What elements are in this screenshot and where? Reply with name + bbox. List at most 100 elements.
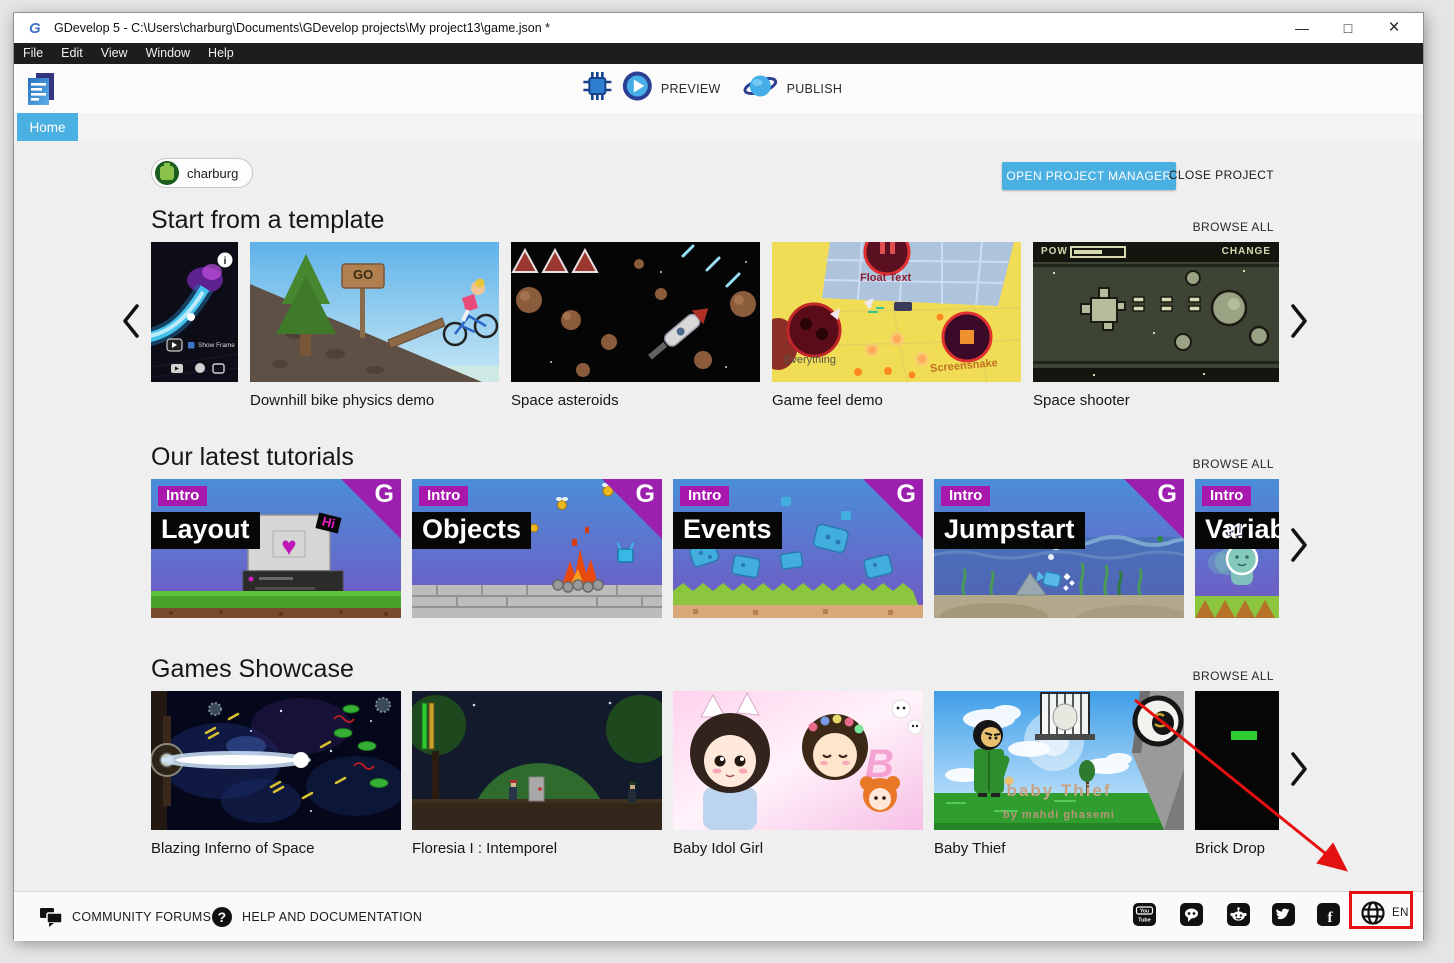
project-manager-icon[interactable] xyxy=(22,70,60,113)
svg-text:You: You xyxy=(1140,909,1149,915)
language-label: EN xyxy=(1392,907,1409,919)
tutorials-row: ♥ Intro Layout Hi G xyxy=(14,479,1423,629)
svg-text:♥: ♥ xyxy=(281,531,296,561)
close-button[interactable]: × xyxy=(1371,13,1417,43)
community-forums-label: COMMUNITY FORUMS xyxy=(72,910,211,924)
intro-badge: Intro xyxy=(680,486,729,506)
youtube-icon[interactable]: You Tube xyxy=(1133,903,1156,926)
showcase-caption: Baby Thief xyxy=(934,840,1005,857)
showcase-card-floresia[interactable]: Floresia I : Intemporel xyxy=(412,691,662,830)
app-window: G GDevelop 5 - C:\Users\charburg\Documen… xyxy=(13,12,1424,940)
title-bar: G GDevelop 5 - C:\Users\charburg\Documen… xyxy=(14,13,1423,43)
minimize-button[interactable]: — xyxy=(1279,13,1325,43)
close-project-button[interactable]: CLOSE PROJECT xyxy=(1169,168,1274,182)
gdevelop-corner-logo: G xyxy=(636,480,655,509)
tutorials-browse-all[interactable]: BROWSE ALL xyxy=(1193,457,1274,471)
help-documentation-label: HELP AND DOCUMENTATION xyxy=(242,910,422,924)
float-text-label: Float Text xyxy=(860,272,911,284)
pow-label: POW xyxy=(1041,246,1068,257)
show-frame-label: Show Frame xyxy=(198,342,235,349)
language-selector[interactable]: EN xyxy=(1360,900,1409,926)
template-card-downhill[interactable]: GO Downhill bike physics demo xyxy=(250,242,499,382)
intro-badge: Intro xyxy=(1202,486,1251,506)
open-project-manager-button[interactable]: OPEN PROJECT MANAGER xyxy=(1002,162,1176,190)
template-card-asteroids[interactable]: Space asteroids xyxy=(511,242,760,382)
showcase-browse-all[interactable]: BROWSE ALL xyxy=(1193,669,1274,683)
template-caption: Downhill bike physics demo xyxy=(250,392,434,409)
showcase-card-brickdrop[interactable]: Brick Drop xyxy=(1195,691,1279,830)
tutorial-title: Jumpstart xyxy=(934,512,1085,549)
publish-globe-icon[interactable] xyxy=(743,70,779,107)
showcase-caption: Brick Drop xyxy=(1195,840,1265,857)
user-profile-chip[interactable]: charburg xyxy=(151,158,253,188)
gdevelop-corner-logo: G xyxy=(375,480,394,509)
menu-edit[interactable]: Edit xyxy=(52,43,92,64)
window-title: GDevelop 5 - C:\Users\charburg\Documents… xyxy=(54,21,550,35)
svg-text:B: B xyxy=(865,742,894,786)
debug-icon[interactable] xyxy=(581,70,613,107)
showcase-caption: Baby Idol Girl xyxy=(673,840,763,857)
home-page: charburg OPEN PROJECT MANAGER CLOSE PROJ… xyxy=(14,141,1423,891)
showcase-caption: Blazing Inferno of Space xyxy=(151,840,314,857)
menu-help[interactable]: Help xyxy=(199,43,243,64)
intro-badge: Intro xyxy=(158,486,207,506)
gdevelop-corner-logo: G xyxy=(897,480,916,509)
tutorial-card-layout[interactable]: ♥ Intro Layout Hi G xyxy=(151,479,401,618)
community-forums-link[interactable]: COMMUNITY FORUMS xyxy=(39,892,211,942)
go-sign-label: GO xyxy=(353,267,373,282)
plus-one-label: +1 xyxy=(1222,520,1244,543)
everything-label: Everything xyxy=(784,354,836,366)
template-caption: Game feel demo xyxy=(772,392,883,409)
babythief-credit-overlay: by mahdi ghasemi xyxy=(934,809,1184,821)
svg-text:?: ? xyxy=(218,909,227,925)
toolbar: PREVIEW PUBLISH xyxy=(14,64,1423,113)
showcase-card-babythief[interactable]: baby Thief by mahdi ghasemi Baby Thief xyxy=(934,691,1184,830)
template-card-partial[interactable]: i Show Frame xyxy=(151,242,238,382)
gdevelop-logo-icon: G xyxy=(28,19,45,41)
reddit-icon[interactable] xyxy=(1227,903,1250,926)
menu-file[interactable]: File xyxy=(14,43,52,64)
publish-label[interactable]: PUBLISH xyxy=(787,82,843,96)
forum-chat-icon xyxy=(39,906,63,928)
svg-text:G: G xyxy=(29,20,41,36)
template-caption: Space asteroids xyxy=(511,392,619,409)
help-documentation-link[interactable]: ? HELP AND DOCUMENTATION xyxy=(211,892,422,942)
showcase-card-babyidol[interactable]: B Baby Idol Girl xyxy=(673,691,923,830)
menu-window[interactable]: Window xyxy=(137,43,199,64)
footer: COMMUNITY FORUMS ? HELP AND DOCUMENTATIO… xyxy=(14,891,1423,941)
babythief-title-overlay: baby Thief xyxy=(934,781,1184,801)
tutorial-card-variables[interactable]: Intro Variab +1 xyxy=(1195,479,1279,618)
menu-bar: File Edit View Window Help xyxy=(14,43,1423,64)
tutorial-card-jumpstart[interactable]: Intro Jumpstart G xyxy=(934,479,1184,618)
twitter-icon[interactable] xyxy=(1272,903,1295,926)
templates-row: i Show Frame xyxy=(14,242,1423,422)
svg-text:Tube: Tube xyxy=(1138,918,1151,924)
intro-badge: Intro xyxy=(941,486,990,506)
tutorial-card-objects[interactable]: Intro Objects G xyxy=(412,479,662,618)
tutorial-title: Events xyxy=(673,512,782,549)
showcase-card-blazing[interactable]: Blazing Inferno of Space xyxy=(151,691,401,830)
tutorial-title: Layout xyxy=(151,512,260,549)
menu-view[interactable]: View xyxy=(92,43,137,64)
maximize-button[interactable]: □ xyxy=(1325,13,1371,43)
tutorial-card-events[interactable]: Intro Events G xyxy=(673,479,923,618)
gdevelop-corner-logo: G xyxy=(1158,480,1177,509)
facebook-icon[interactable]: f xyxy=(1317,903,1340,926)
discord-icon[interactable] xyxy=(1180,903,1203,926)
template-card-gamefeel[interactable]: Float Text Everything Screenshake Game f… xyxy=(772,242,1021,382)
showcase-section-title: Games Showcase xyxy=(151,655,354,684)
svg-text:i: i xyxy=(224,256,227,267)
templates-browse-all[interactable]: BROWSE ALL xyxy=(1193,220,1274,234)
intro-badge: Intro xyxy=(419,486,468,506)
preview-play-icon[interactable] xyxy=(621,70,653,107)
username: charburg xyxy=(187,166,238,181)
template-caption: Space shooter xyxy=(1033,392,1130,409)
globe-icon xyxy=(1360,900,1386,926)
showcase-caption: Floresia I : Intemporel xyxy=(412,840,557,857)
tutorial-title: Objects xyxy=(412,512,531,549)
change-label: CHANGE xyxy=(1222,246,1271,257)
template-card-shooter[interactable]: POW CHANGE Space shooter xyxy=(1033,242,1279,382)
preview-label[interactable]: PREVIEW xyxy=(661,82,721,96)
tab-home[interactable]: Home xyxy=(17,113,78,141)
templates-section-title: Start from a template xyxy=(151,206,384,235)
